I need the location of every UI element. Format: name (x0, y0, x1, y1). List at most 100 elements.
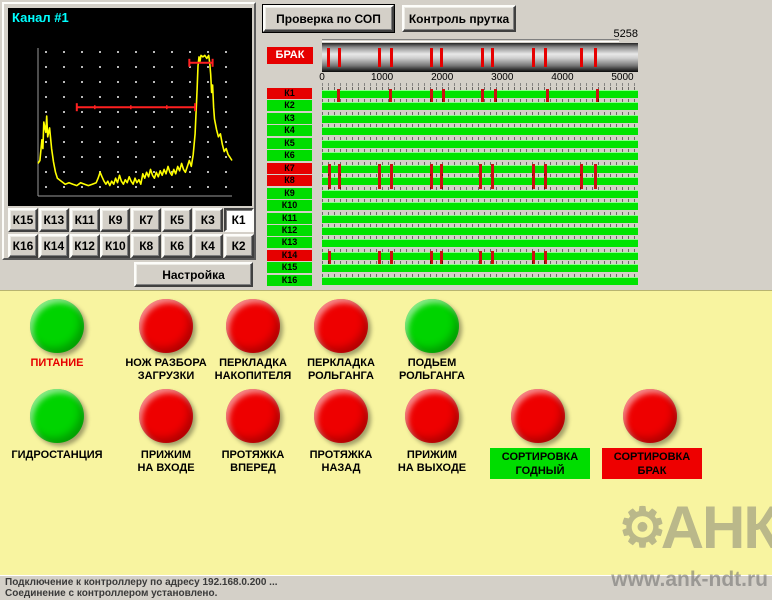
channel-row-bar (322, 140, 638, 148)
length-ruler: 0 1000 2000 3000 4000 5000 (322, 72, 640, 87)
control-button-перкладка[interactable] (226, 299, 280, 353)
channel-button-К7[interactable]: К7 (131, 208, 161, 232)
channel-row-bar (322, 277, 638, 285)
rod-groove-line (322, 39, 619, 42)
control-button-протяжка[interactable] (226, 389, 280, 443)
channel-row-bar (322, 90, 638, 98)
channel-row-label: К2 (267, 100, 312, 111)
control-panel: ПИТАНИЕНОЖ РАЗБОРА ЗАГРУЗКИПЕРКЛАДКА НАК… (0, 290, 772, 575)
channel-row-К9: К9 (266, 187, 646, 199)
rod-defect-mark (580, 48, 583, 67)
rod-defect-bar (322, 43, 638, 72)
channel-row-label: К16 (267, 275, 312, 286)
channel-button-К2[interactable]: К2 (224, 234, 254, 258)
channel-row-label: К15 (267, 262, 312, 273)
app-window: Канал #1 К15К13К11К9К7К5К3К1К16К14К12К10… (0, 0, 772, 600)
status-line-2: Соединение с контроллером установлено. (5, 588, 767, 599)
channel-row-bar (322, 190, 638, 198)
control-button-нож разбора[interactable] (139, 299, 193, 353)
channel-defect-rows: К1К2К3К4К5К6К7К8К9К10К11К12К13К14К15К16 (266, 87, 646, 287)
channel-button-К11[interactable]: К11 (70, 208, 100, 232)
channel-row-label: К7 (267, 163, 312, 174)
channel-row-bar (322, 165, 638, 173)
channel-row-label: К14 (267, 250, 312, 261)
sop-check-button[interactable]: Проверка по СОП (263, 5, 394, 32)
control-button-протяжка[interactable] (314, 389, 368, 443)
control-button-питание[interactable] (30, 299, 84, 353)
control-button-подьем[interactable] (405, 299, 459, 353)
settings-button[interactable]: Настройка (134, 262, 253, 287)
channel-row-bar (322, 127, 638, 135)
channel-button-К4[interactable]: К4 (193, 234, 223, 258)
channel-row-label: К13 (267, 237, 312, 248)
channel-row-label: К10 (267, 200, 312, 211)
control-button-прижим[interactable] (139, 389, 193, 443)
rod-defect-mark (430, 48, 433, 67)
channel-row-К16: К16 (266, 274, 646, 286)
channel-button-К9[interactable]: К9 (100, 208, 130, 232)
rod-defect-mark (378, 48, 381, 67)
control-button-гидростанция[interactable] (30, 389, 84, 443)
channel-row-К1: К1 (266, 87, 646, 99)
status-line-1: Подключение к контроллеру по адресу 192.… (5, 577, 767, 588)
rod-defect-mark (327, 48, 330, 67)
channel-row-К15: К15 (266, 261, 646, 273)
ruler-ticks (322, 83, 638, 86)
rod-defect-mark (532, 48, 535, 67)
channel-row-label: К6 (267, 150, 312, 161)
channel-row-bar (322, 115, 638, 123)
channel-button-К8[interactable]: К8 (131, 234, 161, 258)
ruler-label: 4000 (551, 72, 573, 83)
rod-defect-mark (338, 48, 341, 67)
ruler-label: 1000 (371, 72, 393, 83)
channel-button-К5[interactable]: К5 (162, 208, 192, 232)
status-bar: Подключение к контроллеру по адресу 192.… (0, 575, 772, 600)
sorting-lamp[interactable] (623, 389, 677, 443)
channel-row-К8: К8 (266, 174, 646, 186)
channel-row-К7: К7 (266, 162, 646, 174)
control-button-label: ПРИЖИМ НА ВЫХОДЕ (377, 449, 487, 475)
channel-button-К15[interactable]: К15 (8, 208, 38, 232)
rod-control-button[interactable]: Контроль прутка (402, 5, 516, 32)
channel-selector: К15К13К11К9К7К5К3К1 К16К14К12К10К8К6К4К2 (8, 208, 254, 258)
channel-row-bar (322, 252, 638, 260)
channel-title: Канал #1 (12, 10, 69, 25)
sorting-lamp[interactable] (511, 389, 565, 443)
channel-row-bar (322, 102, 638, 110)
channel-row-К11: К11 (266, 212, 646, 224)
rod-defect-mark (594, 48, 597, 67)
channel-row-label: К11 (267, 213, 312, 224)
channel-button-К3[interactable]: К3 (193, 208, 223, 232)
channel-button-К13[interactable]: К13 (39, 208, 69, 232)
rod-defect-mark (440, 48, 443, 67)
brak-badge: БРАК (267, 47, 313, 64)
channel-row-К12: К12 (266, 224, 646, 236)
channel-row-label: К9 (267, 188, 312, 199)
channel-row-К3: К3 (266, 112, 646, 124)
channel-row-bar (322, 239, 638, 247)
ascan-waveform (8, 8, 252, 206)
control-button-прижим[interactable] (405, 389, 459, 443)
channel-row-bar (322, 264, 638, 272)
ruler-label: 2000 (431, 72, 453, 83)
ruler-label: 3000 (491, 72, 513, 83)
channel-row-bar (322, 202, 638, 210)
sorting-label: СОРТИРОВКА ГОДНЫЙ (490, 448, 590, 479)
channel-button-К6[interactable]: К6 (162, 234, 192, 258)
channel-row-К4: К4 (266, 124, 646, 136)
channel-button-К12[interactable]: К12 (70, 234, 100, 258)
control-button-label: ПИТАНИЕ (2, 357, 112, 370)
channel-row-label: К12 (267, 225, 312, 236)
channel-button-К14[interactable]: К14 (39, 234, 69, 258)
ruler-label: 5000 (611, 72, 633, 83)
channel-row-К13: К13 (266, 236, 646, 248)
channel-row-К2: К2 (266, 99, 646, 111)
rod-length-value: 5258 (598, 28, 638, 40)
channel-button-К1[interactable]: К1 (224, 208, 254, 232)
control-button-перкладка[interactable] (314, 299, 368, 353)
control-button-label: ПОДЬЕМ РОЛЬГАНГА (377, 357, 487, 383)
ruler-label: 0 (319, 72, 325, 83)
channel-row-label: К3 (267, 113, 312, 124)
channel-button-К16[interactable]: К16 (8, 234, 38, 258)
channel-button-К10[interactable]: К10 (100, 234, 130, 258)
